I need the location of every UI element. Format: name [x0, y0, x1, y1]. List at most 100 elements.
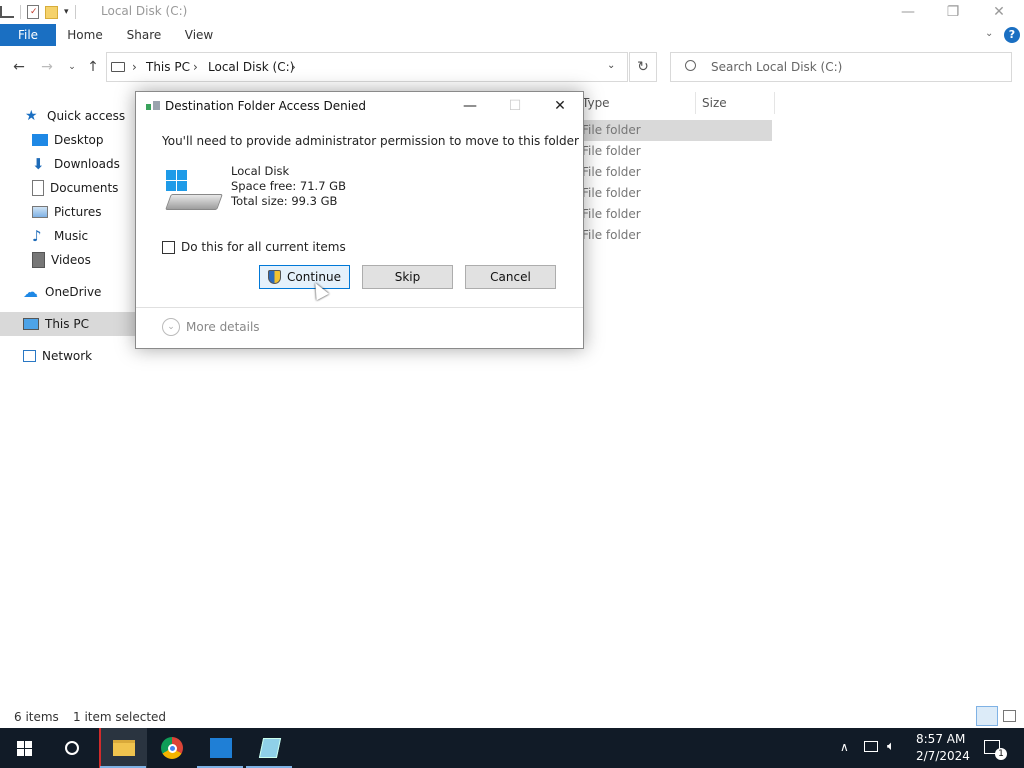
disk-space-free: Space free: 71.7 GB: [231, 179, 346, 193]
breadcrumb-separator-icon: ›: [132, 60, 137, 74]
sidebar-item-label: Network: [42, 349, 93, 363]
column-header-size[interactable]: Size: [702, 92, 727, 114]
sidebar-item-label: Quick access: [47, 109, 126, 123]
table-row[interactable]: File folder: [582, 162, 641, 183]
breadcrumb-separator-icon: ›: [193, 60, 198, 74]
apply-to-all-row: Do this for all current items: [162, 240, 346, 254]
chrome-taskbar-button[interactable]: [148, 728, 196, 768]
start-button[interactable]: [0, 728, 48, 768]
search-input[interactable]: Search Local Disk (C:): [670, 52, 1012, 82]
sidebar-item-pictures[interactable]: Pictures: [0, 200, 155, 224]
file-explorer-taskbar-button[interactable]: [99, 728, 147, 768]
show-hidden-icons-button[interactable]: ∧: [840, 740, 849, 754]
sidebar-item-this-pc[interactable]: This PC: [0, 312, 135, 336]
sidebar-item-label: Documents: [50, 181, 119, 195]
sidebar-item-label: Desktop: [54, 133, 104, 147]
tab-view[interactable]: View: [176, 24, 222, 46]
file-transfer-icon: [146, 101, 160, 112]
breadcrumb-this-pc[interactable]: This PC: [146, 60, 190, 74]
network-status-icon[interactable]: [864, 741, 878, 752]
sidebar-item-quick-access[interactable]: ★ Quick access: [0, 104, 155, 128]
sidebar-item-desktop[interactable]: Desktop: [0, 128, 155, 152]
sidebar-item-documents[interactable]: Documents: [0, 176, 155, 200]
videos-icon: [32, 252, 45, 268]
address-dropdown-icon[interactable]: ⌄: [607, 60, 615, 71]
forward-button[interactable]: →: [38, 58, 56, 76]
sidebar-item-network[interactable]: Network: [0, 344, 155, 368]
new-folder-icon[interactable]: [45, 5, 58, 19]
dialog-title: Destination Folder Access Denied: [165, 99, 367, 113]
breadcrumb-local-disk[interactable]: Local Disk (C:): [208, 60, 294, 74]
dialog-maximize-button: ☐: [508, 98, 522, 114]
photos-taskbar-button[interactable]: [197, 728, 245, 768]
sidebar-item-label: OneDrive: [45, 285, 102, 299]
notepad-icon: [258, 738, 282, 758]
disk-name: Local Disk: [231, 164, 290, 178]
computer-icon: [23, 318, 39, 330]
uac-shield-icon: [268, 270, 282, 284]
large-icons-view-icon[interactable]: [1003, 710, 1016, 722]
close-button[interactable]: ✕: [976, 0, 1022, 24]
continue-button-label: Continue: [287, 270, 341, 284]
dialog-divider: [136, 307, 583, 308]
photos-icon: [210, 738, 232, 758]
taskbar: ∧ 🔈︎ 8:57 AM 2/7/2024 1: [0, 728, 1024, 768]
table-row[interactable]: File folder: [582, 225, 641, 246]
pictures-icon: [32, 206, 48, 218]
item-count: 6 items: [14, 710, 59, 724]
sidebar-item-label: Music: [54, 229, 89, 243]
navigation-pane: ★ Quick access Desktop ⬇ Downloads Docum…: [0, 100, 155, 705]
dialog-close-button[interactable]: ✕: [537, 92, 583, 120]
cancel-button[interactable]: Cancel: [465, 265, 556, 289]
expand-ribbon-icon[interactable]: ⌄: [985, 28, 993, 39]
sidebar-item-videos[interactable]: Videos: [0, 248, 155, 272]
sidebar-item-music[interactable]: ♪ Music: [0, 224, 155, 248]
checklist-icon[interactable]: ✓: [27, 5, 39, 19]
clock-time[interactable]: 8:57 AM: [916, 732, 965, 746]
table-row[interactable]: File folder: [582, 120, 641, 141]
search-icon: [65, 741, 79, 755]
column-divider: [774, 92, 775, 114]
volume-muted-icon[interactable]: 🔈︎: [887, 739, 895, 754]
table-row[interactable]: File folder: [582, 183, 641, 204]
back-button[interactable]: ←: [10, 58, 28, 76]
download-icon: ⬇: [32, 155, 45, 173]
disk-total-size: Total size: 99.3 GB: [231, 194, 338, 208]
details-view-icon[interactable]: [976, 706, 998, 726]
table-row[interactable]: File folder: [582, 141, 641, 162]
search-taskbar-button[interactable]: [48, 728, 96, 768]
restore-button[interactable]: ❐: [930, 0, 976, 24]
apply-to-all-checkbox[interactable]: [162, 240, 175, 254]
more-details-toggle[interactable]: ⌄ More details: [162, 318, 260, 336]
tab-share[interactable]: Share: [121, 24, 167, 46]
drive-icon: [164, 168, 223, 214]
refresh-button[interactable]: ↻: [629, 52, 657, 82]
apply-to-all-label[interactable]: Do this for all current items: [181, 240, 346, 254]
notepad-taskbar-button[interactable]: [246, 728, 294, 768]
column-header-type[interactable]: Type: [582, 92, 610, 114]
table-row[interactable]: File folder: [582, 204, 641, 225]
dialog-minimize-button[interactable]: —: [447, 92, 493, 120]
up-button[interactable]: ↑: [84, 58, 102, 76]
windows-logo-icon: [16, 740, 32, 756]
documents-icon: [32, 180, 44, 196]
sidebar-item-onedrive[interactable]: ☁ OneDrive: [0, 280, 155, 304]
clock-date[interactable]: 2/7/2024: [916, 749, 970, 763]
continue-button[interactable]: Continue: [259, 265, 350, 289]
search-placeholder: Search Local Disk (C:): [711, 60, 843, 74]
skip-button[interactable]: Skip: [362, 265, 453, 289]
tab-file[interactable]: File: [0, 24, 56, 46]
properties-icon[interactable]: [0, 6, 14, 18]
minimize-button[interactable]: —: [885, 0, 931, 24]
tab-home[interactable]: Home: [62, 24, 108, 46]
sidebar-item-downloads[interactable]: ⬇ Downloads: [0, 152, 155, 176]
selection-count: 1 item selected: [73, 710, 167, 724]
title-bar: ✓ ▾ Local Disk (C:) — ❐ ✕: [0, 0, 1024, 24]
desktop-icon: [32, 134, 48, 146]
address-bar[interactable]: › This PC › Local Disk (C:) › ⌄: [106, 52, 628, 82]
recent-locations-button[interactable]: ⌄: [63, 58, 81, 76]
folder-icon: [113, 740, 135, 756]
help-icon[interactable]: ?: [1004, 27, 1020, 43]
cloud-icon: ☁: [23, 283, 38, 301]
customize-dropdown-icon[interactable]: ▾: [64, 7, 69, 17]
